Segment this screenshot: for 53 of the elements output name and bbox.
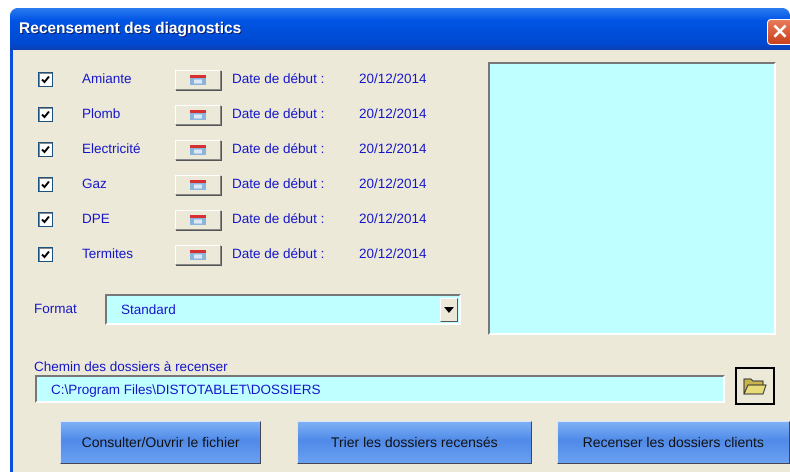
checkbox[interactable] <box>38 212 53 227</box>
checkmark-icon <box>41 215 50 224</box>
checkmark-icon <box>41 180 50 189</box>
folder-button[interactable] <box>735 367 775 406</box>
action-button[interactable]: Trier les dossiers recensés <box>297 421 532 464</box>
diagnostic-label: Amiante <box>82 70 133 88</box>
checkbox[interactable] <box>38 177 53 192</box>
date-value: 20/12/2014 <box>359 175 427 194</box>
window-title: Recensement des diagnostics <box>19 19 242 40</box>
format-dropdown[interactable]: Standard <box>105 294 461 325</box>
calendar-button[interactable] <box>175 210 221 230</box>
calendar-button[interactable] <box>175 174 221 194</box>
action-button[interactable]: Consulter/Ouvrir le fichier <box>60 421 262 464</box>
checkbox[interactable] <box>38 142 53 157</box>
folder-icon <box>743 376 767 396</box>
date-label: Date de début : <box>232 210 326 228</box>
calendar-icon <box>190 250 206 260</box>
calendar-button[interactable] <box>175 104 221 124</box>
date-value: 20/12/2014 <box>359 210 427 228</box>
checkmark-icon <box>41 75 50 84</box>
action-button[interactable]: Recenser les dossiers clients <box>556 421 790 464</box>
date-value: 20/12/2014 <box>359 245 427 264</box>
path-label: Chemin des dossiers à recenser <box>34 358 229 376</box>
date-value: 20/12/2014 <box>359 70 427 88</box>
path-field[interactable]: C:\Program Files\DISTOTABLET\DOSSIERS <box>35 375 725 404</box>
checkbox[interactable] <box>38 107 53 122</box>
date-value: 20/12/2014 <box>359 105 427 124</box>
format-label: Format <box>34 300 78 318</box>
checkbox[interactable] <box>38 72 53 87</box>
diagnostic-label: Gaz <box>82 175 108 194</box>
calendar-button[interactable] <box>175 140 221 160</box>
diagnostic-label: Plomb <box>82 105 122 124</box>
checkmark-icon <box>41 110 50 119</box>
diagnostic-label: Electricité <box>82 140 142 158</box>
checkmark-icon <box>41 145 50 154</box>
date-value: 20/12/2014 <box>359 140 427 158</box>
calendar-icon <box>190 144 206 154</box>
diagnostic-label: Termites <box>82 245 134 264</box>
calendar-icon <box>190 74 206 84</box>
date-label: Date de début : <box>232 245 326 264</box>
calendar-icon <box>190 110 206 120</box>
calendar-button[interactable] <box>175 244 221 264</box>
date-label: Date de début : <box>232 140 326 158</box>
diagnostic-label: DPE <box>82 210 111 228</box>
date-label: Date de début : <box>232 175 326 194</box>
calendar-icon <box>190 214 206 224</box>
close-button[interactable]: × <box>767 19 790 45</box>
date-label: Date de début : <box>232 70 326 88</box>
checkbox[interactable] <box>38 247 53 262</box>
calendar-icon <box>190 180 206 190</box>
calendar-button[interactable] <box>175 70 221 90</box>
date-label: Date de début : <box>232 105 326 124</box>
checkmark-icon <box>41 250 50 259</box>
